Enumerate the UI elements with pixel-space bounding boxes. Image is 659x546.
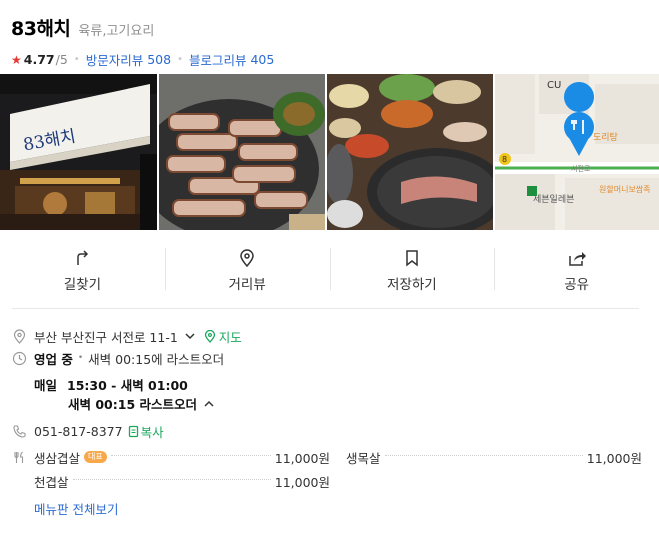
menu-item[interactable]: 생목살 11,000원: [346, 448, 642, 467]
menu-item-name: 생목살: [346, 450, 381, 466]
menu-line: 천겹살 11,000원: [34, 469, 642, 493]
last-order-text: 새벽 00:15에 라스트오더: [88, 351, 225, 367]
address-pin-icon: [13, 328, 26, 344]
copy-button[interactable]: 복사: [141, 422, 164, 441]
visitor-reviews-count[interactable]: 508: [147, 52, 171, 67]
cutlery-icon: [14, 451, 24, 463]
chevron-up-icon[interactable]: [203, 399, 215, 409]
share-label: 공유: [564, 277, 590, 293]
map-label-1: 도리탕: [593, 132, 618, 143]
storefront-image: 83해치: [0, 74, 157, 230]
rating-max: /5: [55, 52, 68, 67]
bookmark-icon: [406, 250, 418, 267]
location-pin-icon: [240, 249, 254, 267]
map-route-label: 8: [502, 155, 507, 164]
share-button[interactable]: 공유: [494, 236, 659, 306]
open-status: 영업 중: [34, 351, 73, 367]
location-map-image: CU 도리탕 서전로 세븐일레븐 원할머니보쌈족 8: [495, 74, 659, 230]
photo-grill-meat[interactable]: [159, 74, 325, 230]
menu-item-price: 11,000원: [274, 474, 330, 490]
rating-row: ★ 4.77 /5 • 방문자리뷰 508 • 블로그리뷰 405: [11, 50, 649, 69]
place-info: 부산 부산진구 서전로 11-1 지도 영업 중 • 새벽 00:15에 라스트…: [12, 325, 642, 519]
phone-number[interactable]: 051-817-8377: [34, 424, 123, 439]
blog-reviews-count[interactable]: 405: [250, 52, 274, 67]
address-row: 부산 부산진구 서전로 11-1 지도: [12, 325, 639, 347]
visitor-reviews-link[interactable]: 방문자리뷰: [86, 50, 144, 69]
hours-last-order: 새벽 00:15 라스트오더: [68, 397, 197, 412]
status-row: 영업 중 • 새벽 00:15에 라스트오더: [12, 347, 639, 369]
save-button[interactable]: 저장하기: [329, 236, 495, 306]
signature-badge: 대표: [84, 451, 107, 463]
separator-dot: •: [177, 54, 183, 65]
view-full-menu-link[interactable]: 메뉴판 전체보기: [34, 497, 639, 519]
blog-reviews-link[interactable]: 블로그리뷰: [189, 50, 247, 69]
place-title: 83해치: [11, 18, 71, 40]
menu-line: 생삼겹살 대표 11,000원 생목살 11,000원: [34, 445, 642, 469]
photo-map[interactable]: CU 도리탕 서전로 세븐일레븐 원할머니보쌈족 8: [495, 74, 659, 230]
grill-meat-image: [159, 74, 325, 230]
hours-last-order-row: 새벽 00:15 라스트오더: [34, 394, 639, 413]
chevron-down-icon[interactable]: [184, 331, 196, 341]
clock-icon: [12, 351, 27, 365]
place-category: 육류,고기요리: [78, 24, 155, 39]
separator-dot: •: [73, 54, 80, 65]
dotted-leader: [110, 454, 271, 456]
place-header: 83해치 육류,고기요리 ★ 4.77 /5 • 방문자리뷰 508 • 블로그…: [11, 14, 649, 69]
photo-table-setting[interactable]: [327, 74, 493, 230]
map-pin-icon: [204, 329, 215, 343]
directions-button[interactable]: 길찾기: [0, 236, 165, 306]
action-bar: 길찾기 거리뷰 저장하기 공유: [0, 236, 659, 306]
rating-value: 4.77: [23, 52, 55, 67]
menu-item[interactable]: 생삼겹살 대표 11,000원: [34, 448, 330, 467]
directions-icon: [77, 250, 89, 265]
dotted-leader: [72, 478, 271, 480]
divider: [12, 308, 639, 309]
hours-detail: 매일 15:30 - 새벽 01:00 새벽 00:15 라스트오더: [34, 375, 639, 413]
street-view-button[interactable]: 거리뷰: [164, 236, 330, 306]
save-label: 저장하기: [387, 277, 437, 293]
menu-item[interactable]: 천겹살 11,000원: [34, 472, 330, 491]
hours-day: 매일: [34, 378, 58, 393]
share-icon: [568, 252, 586, 266]
menu-item-name: 천겹살: [34, 474, 69, 490]
map-cu-label: CU: [547, 80, 561, 91]
menu-item-name: 생삼겹살: [34, 450, 81, 466]
table-setting-image: [327, 74, 493, 230]
copy-icon: [128, 425, 138, 437]
street-view-label: 거리뷰: [228, 277, 266, 293]
map-road-label: 서전로: [571, 164, 591, 173]
phone-icon: [13, 424, 26, 438]
menu-item-price: 11,000원: [586, 450, 642, 466]
hours-time: 15:30 - 새벽 01:00: [67, 378, 188, 393]
address-text: 부산 부산진구 서전로 11-1: [34, 329, 178, 345]
menu-item-price: 11,000원: [274, 450, 330, 466]
map-link[interactable]: 지도: [219, 327, 242, 346]
map-store-label: 세븐일레븐: [533, 194, 574, 205]
star-icon: ★: [11, 52, 22, 67]
map-label-2: 원할머니보쌈족: [599, 184, 651, 194]
phone-row: 051-817-8377 복사: [12, 420, 639, 442]
dotted-leader: [384, 454, 583, 456]
separator-dot: •: [77, 353, 84, 363]
menu-row-2: 천겹살 11,000원: [34, 469, 642, 493]
menu-row-1: 생삼겹살 대표 11,000원 생목살 11,000원: [12, 445, 642, 469]
photo-strip: 83해치 CU 도리탕 서전로 세븐일레븐 원할머니보쌈족 8: [0, 74, 659, 230]
directions-label: 길찾기: [63, 277, 101, 293]
hours-row: 매일 15:30 - 새벽 01:00: [34, 375, 639, 394]
photo-storefront[interactable]: 83해치: [0, 74, 157, 230]
